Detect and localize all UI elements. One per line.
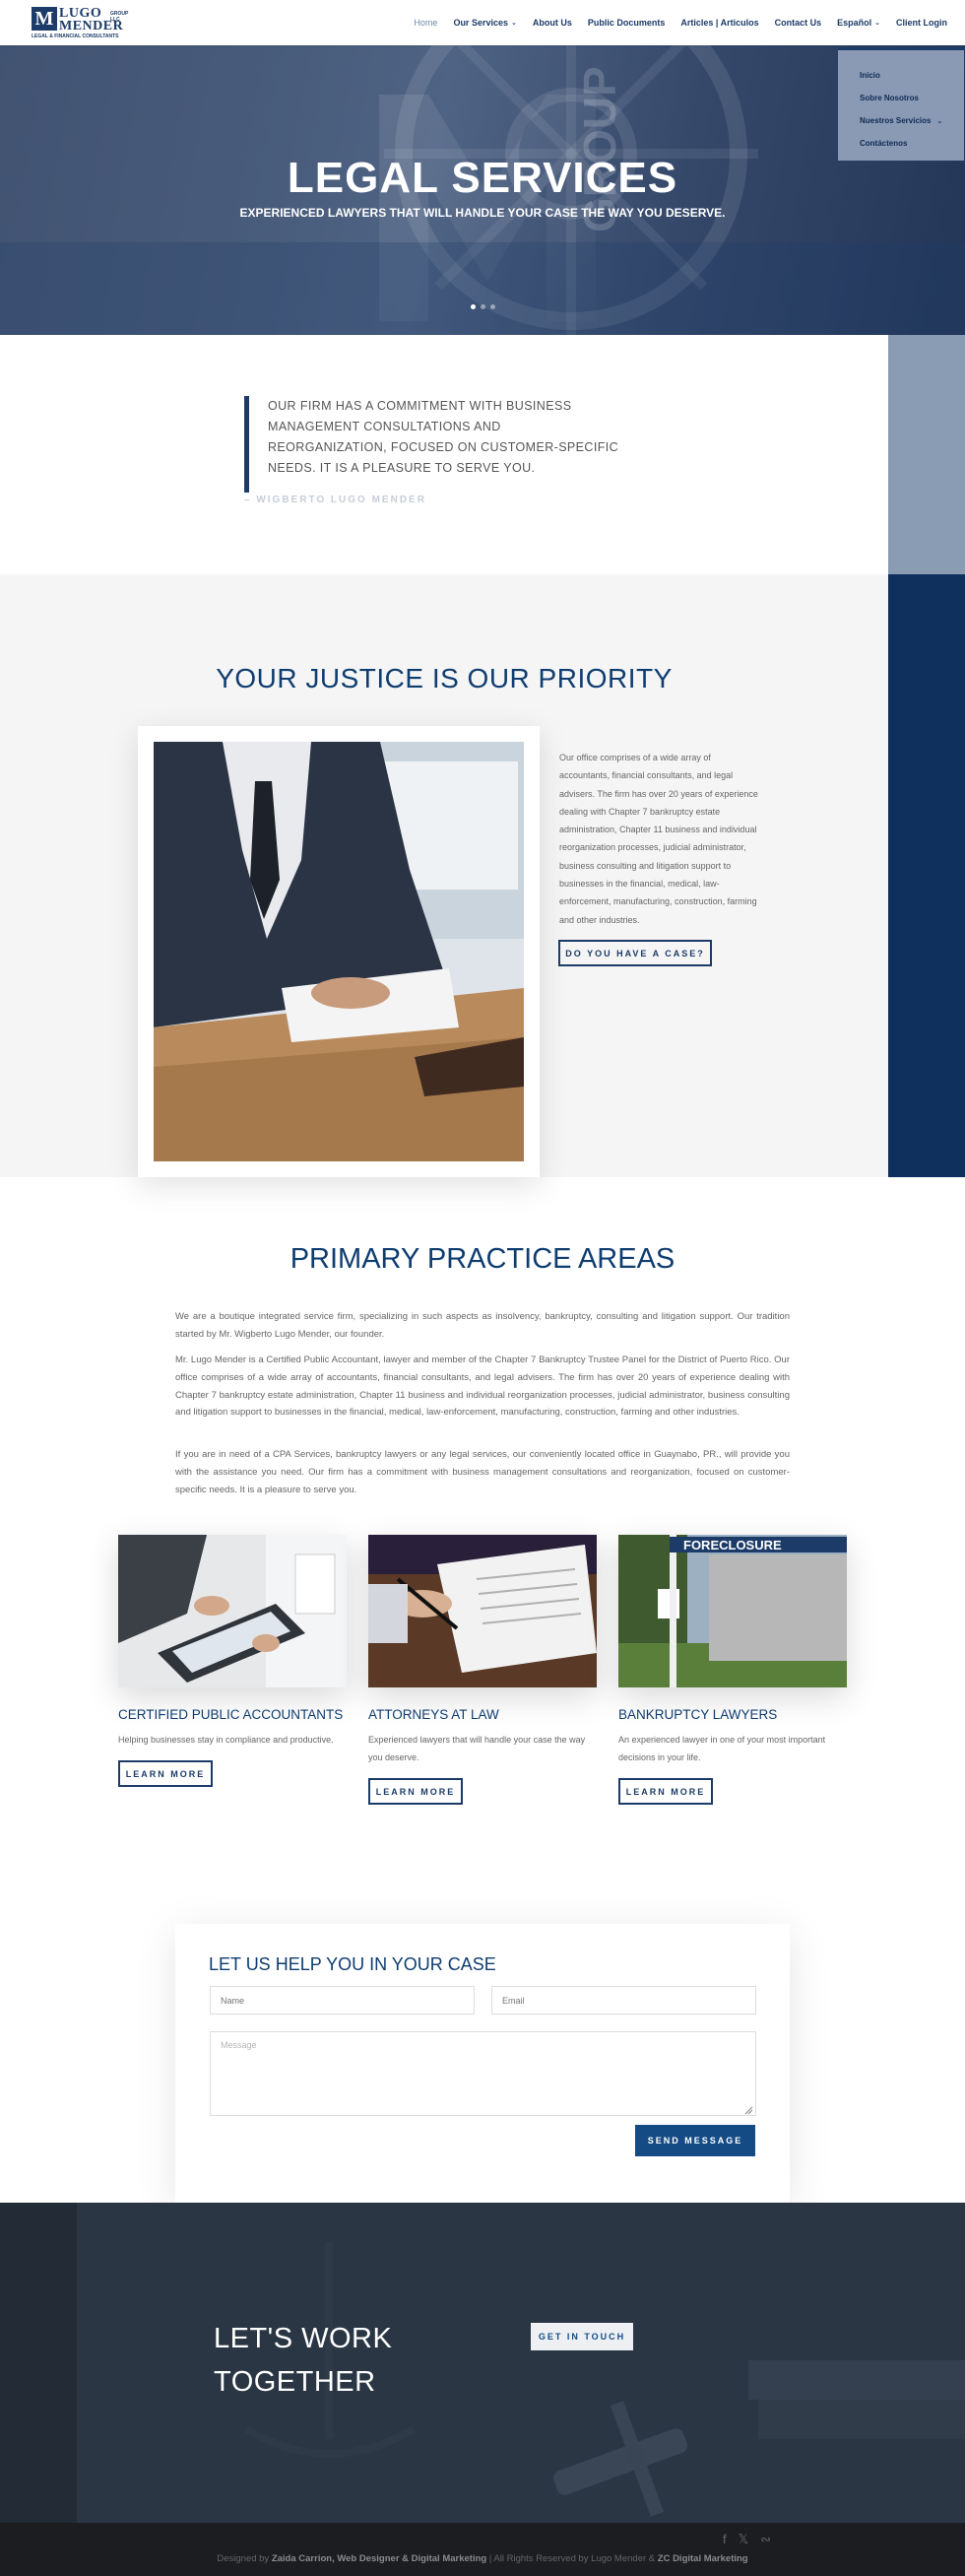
nav-our-services[interactable]: Our Services ⌄ [453, 18, 516, 28]
card-title-bankruptcy: BANKRUPTCY LAWYERS [618, 1707, 778, 1722]
justice-side-accent [888, 574, 965, 1177]
quote-bar [244, 396, 249, 493]
justice-description: Our office comprises of a wide array of … [559, 753, 758, 925]
work-together-title: LET'S WORK TOGETHER [214, 2317, 392, 2404]
nav-home-label: Home [414, 18, 438, 28]
nav-about-us[interactable]: About Us [533, 18, 572, 28]
nav-client-login-label: Client Login [896, 18, 947, 28]
get-in-touch-button[interactable]: GET IN TOUCH [531, 2323, 633, 2350]
nav-public-documents[interactable]: Public Documents [588, 18, 666, 28]
work-title-line1: LET'S WORK [214, 2323, 393, 2354]
footer-company-link[interactable]: ZC Digital Marketing [658, 2553, 748, 2564]
work-together-section [0, 2203, 965, 2523]
x-twitter-icon[interactable]: 𝕏 [739, 2532, 748, 2547]
nav-client-login[interactable]: Client Login [896, 18, 947, 28]
footer-mid: | All Rights Reserved by Lugo Mender & [486, 2553, 658, 2564]
nav-home[interactable]: Home [414, 18, 437, 28]
main-nav: Home Our Services ⌄ About Us Public Docum… [414, 18, 947, 28]
practice-title: PRIMARY PRACTICE AREAS [290, 1243, 676, 1275]
email-field[interactable] [491, 1986, 756, 2015]
logo-mark: M [32, 7, 57, 31]
hero-slider: GROUP LEGAL SERVICES EXPERIENCED LAWYERS… [0, 45, 965, 335]
learn-more-accountants-button[interactable]: LEARN MORE [118, 1760, 213, 1787]
nav-contact-us-label: Contact Us [774, 18, 822, 28]
bankruptcy-card-image[interactable]: FORECLOSURE [618, 1535, 847, 1687]
send-message-button[interactable]: SEND MESSAGE [635, 2125, 755, 2156]
nav-our-services-label: Our Services [453, 18, 508, 28]
slider-dots [471, 304, 495, 309]
facebook-icon[interactable]: f [723, 2532, 727, 2547]
gavel-background [77, 2203, 965, 2523]
slider-dot[interactable] [490, 304, 495, 309]
dropdown-item-contactenos[interactable]: Contáctenos [860, 132, 964, 155]
hero-title: LEGAL SERVICES [287, 154, 678, 202]
social-links: f 𝕏 ∾ [723, 2532, 771, 2547]
lawyer-photo-frame [138, 726, 540, 1177]
card-desc-bankruptcy: An experienced lawyer in one of your mos… [618, 1735, 826, 1762]
logo[interactable]: M LUGO MENDER GROUP LLC LEGAL & FINANCIA… [32, 6, 134, 39]
accountants-card-image[interactable] [118, 1535, 347, 1687]
logo-tagline: LEGAL & FINANCIAL CONSULTANTS [32, 33, 119, 39]
resize-handle-icon[interactable] [744, 2106, 753, 2115]
quote-side-accent [888, 335, 965, 574]
card-desc-accountants: Helping businesses stay in compliance an… [118, 1735, 334, 1745]
foreclosure-sign-text: FORECLOSURE [683, 1538, 782, 1552]
page: M LUGO MENDER GROUP LLC LEGAL & FINANCIA… [0, 0, 965, 2576]
chevron-down-icon: ⌄ [510, 20, 517, 27]
espanol-dropdown-menu: Inicio Sobre Nosotros Nuestros Servicios… [838, 47, 964, 161]
contact-title: LET US HELP YOU IN YOUR CASE [209, 1954, 496, 1974]
nav-public-documents-label: Public Documents [587, 18, 666, 28]
card-title-attorneys: ATTORNEYS AT LAW [368, 1707, 499, 1722]
quote-text: OUR FIRM HAS A COMMITMENT WITH BUSINESS … [268, 399, 619, 475]
lawyer-signing-photo [154, 742, 524, 1161]
nav-contact-us[interactable]: Contact Us [775, 18, 822, 28]
site-footer [0, 2523, 965, 2576]
site-header: M LUGO MENDER GROUP LLC LEGAL & FINANCIA… [0, 0, 965, 45]
dropdown-item-inicio[interactable]: Inicio [860, 64, 964, 87]
dropdown-item-sobre-nosotros[interactable]: Sobre Nosotros [860, 87, 964, 109]
practice-paragraph: If you are in need of a CPA Services, ba… [175, 1449, 790, 1495]
footer-credits: Designed by Zaida Carrion, Web Designer … [0, 2553, 965, 2564]
work-title-line2: TOGETHER [214, 2366, 376, 2398]
nav-articles-label: Articles | Articulos [680, 18, 759, 28]
practice-paragraph: We are a boutique integrated service fir… [175, 1311, 790, 1340]
footer-pre: Designed by [217, 2553, 272, 2564]
slider-dot[interactable] [481, 304, 485, 309]
message-field[interactable]: Message [210, 2031, 756, 2116]
card-desc-attorneys: Experienced lawyers that will handle you… [368, 1735, 586, 1762]
nav-espanol[interactable]: Español ⌄ [837, 18, 880, 28]
quote-author: – WIGBERTO LUGO MENDER [244, 495, 426, 505]
chevron-down-icon: ⌄ [936, 117, 943, 125]
case-button[interactable]: DO YOU HAVE A CASE? [558, 940, 712, 966]
learn-more-attorneys-button[interactable]: LEARN MORE [368, 1778, 463, 1805]
work-left-accent [0, 2203, 77, 2523]
practice-paragraph: Mr. Lugo Mender is a Certified Public Ac… [175, 1354, 790, 1419]
dropdown-item-nuestros-servicios[interactable]: Nuestros Servicios ⌄ [860, 109, 964, 132]
nav-articles[interactable]: Articles | Articulos [680, 18, 758, 28]
learn-more-bankruptcy-button[interactable]: LEARN MORE [618, 1778, 713, 1805]
footer-designer-link[interactable]: Zaida Carrion, Web Designer & Digital Ma… [272, 2553, 486, 2564]
slider-dot[interactable] [471, 304, 476, 309]
nav-about-us-label: About Us [532, 18, 572, 28]
hero-subtitle: EXPERIENCED LAWYERS THAT WILL HANDLE YOU… [239, 206, 726, 220]
logo-group: GROUP LLC [110, 11, 129, 23]
name-field[interactable] [210, 1986, 475, 2015]
chevron-down-icon: ⌄ [874, 20, 880, 27]
rss-icon[interactable]: ∾ [760, 2532, 771, 2547]
card-title-accountants: CERTIFIED PUBLIC ACCOUNTANTS [118, 1707, 344, 1722]
attorneys-card-image[interactable] [368, 1535, 597, 1687]
justice-title: YOUR JUSTICE IS OUR PRIORITY [216, 663, 673, 694]
nav-espanol-label: Español [837, 18, 872, 28]
